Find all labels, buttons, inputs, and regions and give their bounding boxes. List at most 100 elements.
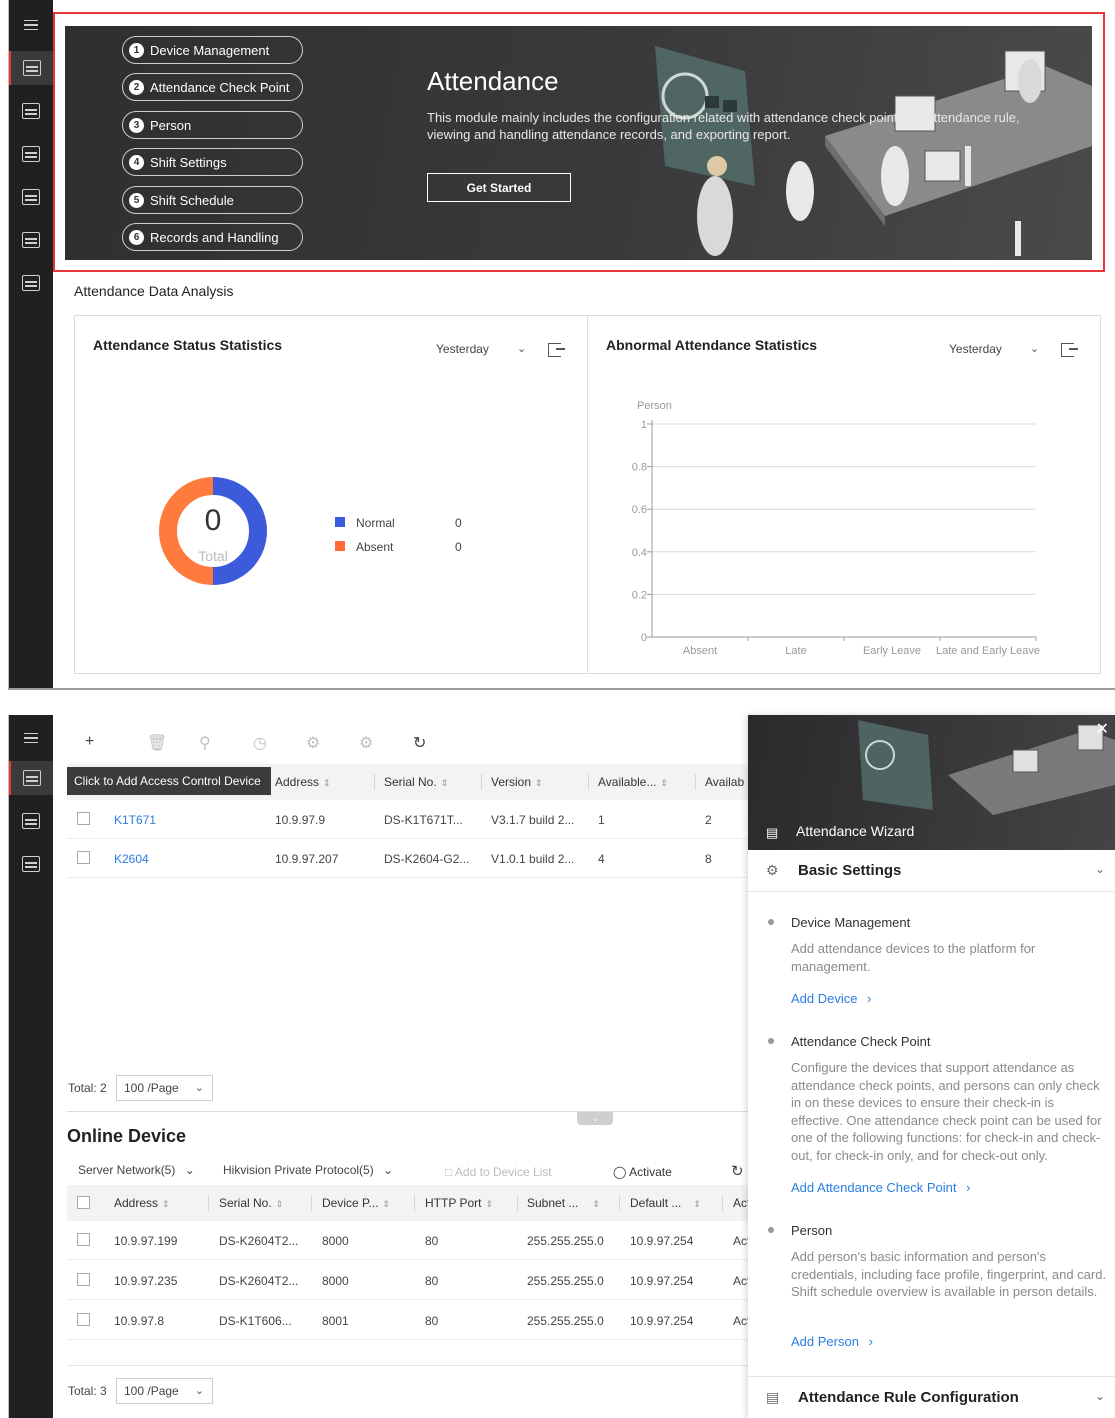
collapse-handle-icon[interactable]: ⌄ [577,1112,613,1125]
col-address[interactable]: Address ⇕ [275,775,331,789]
step-records-and-handling[interactable]: 6 Records and Handling [122,223,303,251]
chevron-down-icon: ⌄ [1094,1389,1105,1403]
device-name-link[interactable]: K2604 [114,852,149,866]
close-icon[interactable]: ✕ [1096,719,1109,739]
step-shift-settings[interactable]: 4 Shift Settings [122,148,303,176]
row-checkbox[interactable] [77,812,90,825]
column-divider [517,1195,518,1211]
col-available-1[interactable]: Available... ⇕ [598,775,668,789]
time-sync-icon[interactable]: ◷ [253,733,267,753]
abnormal-bar-chart: Person 0 0.2 0.4 0.6 0.8 1 Absent Late Early Leav… [632,400,1040,657]
row-checkbox[interactable] [77,1233,90,1246]
row-checkbox[interactable] [77,1273,90,1286]
overview-icon[interactable] [9,51,53,85]
chevron-right-icon: › [966,1180,971,1195]
shield-icon: ◯ [613,1165,627,1179]
records-icon[interactable] [9,223,53,257]
period-dropdown[interactable]: Yesterday [436,342,489,356]
y-tick-label: 0.4 [632,547,647,559]
column-divider [619,1195,620,1211]
x-tick-label: Absent [683,645,717,657]
period-dropdown[interactable]: Yesterday [949,342,1002,356]
step-device-management[interactable]: 1 Device Management [122,36,303,64]
calendar-icon[interactable] [9,94,53,128]
building-icon[interactable] [9,804,53,838]
legend-absent-value: 0 [455,540,462,554]
add-person-link[interactable]: Add Person › [791,1334,873,1349]
get-started-button[interactable]: Get Started [427,173,571,202]
step-person[interactable]: 3 Person [122,111,303,139]
wizard-illustration [858,720,1115,815]
device-icon[interactable] [9,761,53,795]
refresh-icon[interactable]: ↻ [413,733,426,753]
attendance-rule-configuration-header[interactable]: ▤ Attendance Rule Configuration ⌄ [748,1376,1115,1418]
menu-icon[interactable] [9,721,53,755]
chevron-down-icon[interactable]: ⌄ [1030,342,1039,355]
legend-absent-label: Absent [356,540,394,554]
col-available-2[interactable]: Availab [705,775,744,789]
online-total: Total: 3 [68,1384,107,1398]
col-serial[interactable]: Serial No. ⇕ [384,775,448,789]
calendar-check-icon[interactable] [9,137,53,171]
row-checkbox[interactable] [77,851,90,864]
menu-icon[interactable] [9,8,53,42]
card-title: Abnormal Attendance Statistics [606,337,818,353]
step-attendance-check-point[interactable]: 2 Attendance Check Point [122,73,303,101]
sidebar [9,0,53,688]
col-version[interactable]: Version ⇕ [491,775,543,789]
add-icon[interactable]: + [85,733,94,751]
table-row[interactable]: K1T671 10.9.97.9 DS-K1T671T... V3.1.7 bu… [67,800,757,839]
settings-icon[interactable]: ⚙ [359,733,373,753]
document-icon: □ [445,1165,453,1179]
table-row[interactable]: 10.9.97.199 DS-K2604T2... 8000 80 255.25… [67,1221,750,1260]
wizard-item-desc: Add attendance devices to the platform f… [791,941,1036,974]
step-shift-schedule[interactable]: 5 Shift Schedule [122,186,303,214]
col-subnet[interactable]: Subnet ... ⇕ [527,1196,600,1210]
col-device-port[interactable]: Device P... ⇕ [322,1196,390,1210]
table-row[interactable]: K2604 10.9.97.207 DS-K2604-G2... V1.0.1 … [67,839,757,878]
export-icon[interactable] [548,343,565,357]
activate-button[interactable]: ◯ Activate [613,1165,672,1179]
protocol-filter[interactable]: Hikvision Private Protocol(5) ⌄ [223,1163,393,1177]
row-checkbox[interactable] [77,1313,90,1326]
add-attendance-check-point-link[interactable]: Add Attendance Check Point › [791,1180,970,1195]
cell-http-port: 80 [425,1234,439,1248]
legend-normal-label: Normal [356,516,395,530]
network-filter[interactable]: Server Network(5) ⌄ [78,1163,195,1177]
page-size-select[interactable]: 100 /Page ⌄ [116,1075,213,1101]
chevron-down-icon[interactable]: ⌄ [517,342,526,355]
select-all-checkbox[interactable] [77,1196,90,1209]
legend-normal-value: 0 [455,516,462,530]
cell-address: 10.9.97.199 [114,1234,178,1248]
remote-config-icon[interactable]: ⚙ [306,733,320,753]
col-address[interactable]: Address ⇕ [114,1196,170,1210]
cell-version: V1.0.1 build 2... [491,852,575,866]
x-tick-label: Late [785,645,806,657]
basic-settings-header[interactable]: ⚙ Basic Settings ⌄ [748,850,1115,892]
add-to-device-list-button[interactable]: □ Add to Device List [445,1165,552,1179]
legend-absent-swatch [335,541,345,551]
schedule-icon[interactable] [9,180,53,214]
report-icon[interactable] [9,266,53,300]
cell-device-port: 8001 [322,1314,349,1328]
cell-version: V3.1.7 build 2... [491,813,575,827]
export-icon[interactable] [1061,343,1078,357]
cell-address: 10.9.97.8 [114,1314,165,1328]
cell-address: 10.9.97.9 [275,813,326,827]
device-name-link[interactable]: K1T671 [114,813,156,827]
attendance-banner: 1 Device Management 2 Attendance Check Poi… [65,26,1092,260]
check-point-icon[interactable] [9,847,53,881]
col-gateway[interactable]: Default ... ⇕ [630,1196,701,1210]
key-icon[interactable]: ⚲ [199,733,211,753]
refresh-icon[interactable]: ↻ [731,1162,744,1180]
bullet [768,1227,774,1233]
table-row[interactable]: 10.9.97.235 DS-K2604T2... 8000 80 255.25… [67,1261,750,1300]
page-size-select[interactable]: 100 /Page ⌄ [116,1378,213,1404]
col-serial[interactable]: Serial No. ⇕ [219,1196,283,1210]
wizard-item-desc: Configure the devices that support atten… [791,1060,1102,1163]
chevron-down-icon: ⌄ [383,1163,394,1177]
delete-icon[interactable]: 🗑 [147,733,167,753]
col-http-port[interactable]: HTTP Port ⇕ [425,1196,493,1210]
table-row[interactable]: 10.9.97.8 DS-K1T606... 8001 80 255.255.2… [67,1301,750,1340]
add-device-link[interactable]: Add Device › [791,991,871,1006]
